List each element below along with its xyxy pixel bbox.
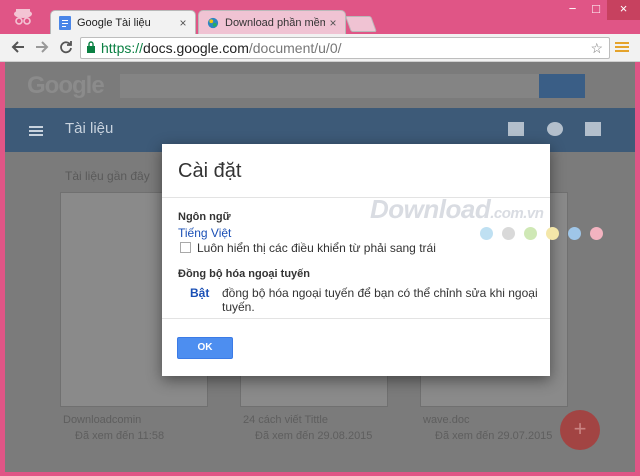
watermark-suffix: .com.vn bbox=[490, 205, 544, 222]
forward-button[interactable] bbox=[32, 37, 52, 57]
dialog-title: Cài đặt bbox=[178, 160, 242, 182]
url-path: /document/u/0/ bbox=[248, 40, 342, 56]
app-title: Tài liệu bbox=[65, 120, 114, 137]
watermark-dot bbox=[546, 227, 559, 240]
download-favicon-icon bbox=[207, 17, 219, 28]
url-host: docs.google.com bbox=[143, 40, 249, 56]
tab-download[interactable]: Download phần mềm miễ × bbox=[198, 10, 346, 34]
tab-close-icon[interactable]: × bbox=[175, 16, 191, 30]
tab-google-docs[interactable]: Google Tài liệu × bbox=[50, 10, 196, 34]
doc-meta: Đã xem đến 29.07.2015 bbox=[435, 430, 553, 442]
maximize-button[interactable]: □ bbox=[585, 0, 607, 20]
folder-icon[interactable] bbox=[585, 122, 601, 136]
offline-toggle[interactable]: Bật bbox=[190, 286, 209, 300]
search-input[interactable] bbox=[120, 74, 580, 98]
main-menu-icon[interactable] bbox=[29, 124, 43, 138]
incognito-icon bbox=[14, 9, 32, 25]
new-tab-button[interactable] bbox=[345, 16, 377, 32]
watermark-dot bbox=[480, 227, 493, 240]
recent-docs-label: Tài liệu gần đây bbox=[65, 169, 150, 183]
tab-title: Google Tài liệu bbox=[77, 16, 151, 29]
list-view-icon[interactable] bbox=[508, 122, 524, 136]
tab-close-icon[interactable]: × bbox=[325, 16, 341, 30]
url-scheme: https:// bbox=[101, 40, 144, 56]
address-bar[interactable]: https://docs.google.com/document/u/0/ ☆ bbox=[80, 37, 610, 59]
docs-favicon-icon bbox=[59, 15, 71, 30]
doc-name: Downloadcomin bbox=[63, 414, 142, 426]
browser-toolbar: https://docs.google.com/document/u/0/ ☆ bbox=[0, 34, 640, 62]
offline-sync-label: Đồng bộ hóa ngoại tuyến bbox=[178, 268, 310, 280]
rtl-checkbox-label: Luôn hiển thị các điều khiển từ phải san… bbox=[197, 241, 436, 255]
ok-button[interactable]: OK bbox=[177, 337, 233, 359]
google-logo: Google bbox=[27, 72, 105, 99]
browser-titlebar: Google Tài liệu × Download phần mềm miễ … bbox=[0, 0, 640, 34]
doc-name: 24 cách viết Tittle bbox=[243, 414, 328, 426]
reload-icon bbox=[60, 41, 72, 54]
back-arrow-icon bbox=[11, 41, 24, 53]
watermark-dot bbox=[568, 227, 581, 240]
new-document-button[interactable]: + bbox=[560, 410, 600, 450]
download-watermark: Download.com.vn bbox=[370, 194, 544, 225]
sort-icon[interactable] bbox=[547, 122, 563, 136]
watermark-dot bbox=[524, 227, 537, 240]
language-select[interactable]: Tiếng Việt bbox=[178, 226, 231, 240]
watermark-text: Download bbox=[370, 194, 491, 224]
lock-icon bbox=[87, 41, 95, 53]
minimize-button[interactable]: − bbox=[560, 0, 585, 20]
close-window-button[interactable]: × bbox=[607, 0, 640, 20]
doc-name: wave.doc bbox=[423, 414, 470, 426]
doc-meta: Đã xem đến 11:58 bbox=[75, 430, 165, 442]
dialog-divider bbox=[162, 318, 550, 319]
bookmark-star-icon[interactable]: ☆ bbox=[590, 38, 603, 58]
back-button[interactable] bbox=[8, 37, 28, 57]
watermark-dot bbox=[502, 227, 515, 240]
watermark-dot bbox=[590, 227, 603, 240]
doc-meta: Đã xem đến 29.08.2015 bbox=[255, 430, 373, 442]
settings-dialog: Cài đặt Ngôn ngữ Tiếng Việt Luôn hiển th… bbox=[162, 144, 550, 376]
browser-menu-icon[interactable] bbox=[615, 40, 629, 54]
language-label: Ngôn ngữ bbox=[178, 211, 231, 223]
offline-description: đồng bộ hóa ngoại tuyến để bạn có thể ch… bbox=[222, 286, 538, 314]
reload-button[interactable] bbox=[56, 37, 76, 57]
rtl-checkbox[interactable] bbox=[180, 242, 191, 253]
forward-arrow-icon bbox=[36, 41, 49, 53]
tab-title: Download phần mềm miễ bbox=[225, 16, 325, 29]
search-button[interactable] bbox=[539, 74, 585, 98]
